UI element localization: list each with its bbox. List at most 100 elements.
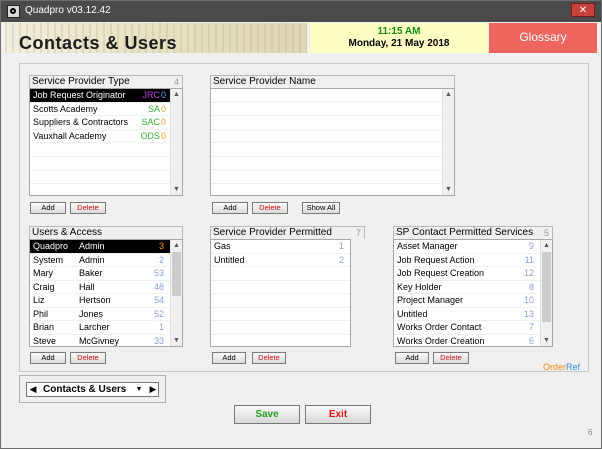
list-item[interactable]: Craig Hall 48 (30, 281, 182, 294)
list-item[interactable]: Mary Baker 53 (30, 267, 182, 281)
delete-provider-type-button[interactable]: Delete (70, 202, 106, 214)
list-item[interactable]: Untitled 13 (394, 308, 552, 321)
list-item[interactable]: Asset Manager 9 (394, 240, 552, 254)
list-item[interactable]: Vauxhall Academy ODS 0 (30, 130, 182, 143)
provider-name-scrollbar[interactable]: ▲ ▼ (442, 89, 454, 195)
scroll-up-icon[interactable]: ▲ (171, 89, 182, 100)
empty-row[interactable] (211, 308, 350, 321)
list-item[interactable]: Works Order Contact 7 (394, 321, 552, 335)
close-window-button[interactable]: ✕ (571, 3, 595, 17)
add-sp-contact-service-button[interactable]: Add (395, 352, 429, 364)
provider-type-name: Job Request Originator (33, 90, 126, 100)
empty-row[interactable] (211, 321, 350, 335)
user-first-name: System (33, 254, 64, 265)
show-all-button[interactable]: Show All (302, 202, 340, 214)
previous-screen-icon[interactable]: ◀ (27, 383, 39, 396)
user-last-name: Larcher (79, 322, 110, 332)
list-item[interactable]: Suppliers & Contractors SAC 0 (30, 116, 182, 130)
scroll-up-icon[interactable]: ▲ (541, 240, 552, 251)
list-item[interactable]: Works Order Creation 6 (394, 335, 552, 347)
window-title: Quadpro v03.12.42 (25, 5, 111, 16)
list-item[interactable]: Job Request Originator JRC 0 (30, 89, 182, 103)
users-scrollbar[interactable]: ▲ ▼ (170, 240, 182, 346)
scroll-down-icon[interactable]: ▼ (171, 335, 182, 346)
empty-row[interactable] (30, 157, 182, 170)
empty-row[interactable] (211, 116, 454, 130)
list-item[interactable]: Phil Jones 52 (30, 308, 182, 321)
empty-row[interactable] (211, 130, 454, 143)
add-user-button[interactable]: Add (30, 352, 66, 364)
user-ref-number: 53 (153, 268, 164, 278)
permitted-service-ref: 1 (338, 241, 344, 251)
user-first-name: Liz (33, 295, 45, 305)
exit-button[interactable]: Exit (305, 405, 371, 424)
empty-row[interactable] (211, 335, 350, 347)
sp-contact-service-ref: 6 (528, 335, 534, 346)
provider-name-list[interactable]: ▲ ▼ (210, 88, 455, 196)
sp-contact-scroll-thumb[interactable] (542, 252, 551, 322)
list-item[interactable]: Job Request Action 11 (394, 254, 552, 267)
empty-row[interactable] (30, 170, 182, 184)
empty-row[interactable] (211, 143, 454, 157)
empty-row[interactable] (211, 157, 454, 170)
empty-row[interactable] (211, 267, 350, 281)
empty-row[interactable] (211, 89, 454, 103)
delete-permitted-service-button[interactable]: Delete (252, 352, 286, 364)
users-list[interactable]: Quadpro Admin 3 System Admin 2 Mary Baker 53 Crai… (29, 239, 183, 347)
empty-row[interactable] (30, 184, 182, 196)
delete-user-button[interactable]: Delete (70, 352, 106, 364)
sp-contact-service-name: Works Order Contact (397, 322, 482, 332)
user-last-name: Admin (79, 241, 105, 251)
provider-type-order: 0 (160, 117, 166, 127)
list-item[interactable]: Key Holder 8 (394, 281, 552, 294)
header-banner: Contacts & Users 11:15 AM Monday, 21 May… (5, 23, 597, 53)
list-item[interactable]: Brian Larcher 1 (30, 321, 182, 335)
provider-name-title: Service Provider Name (213, 76, 316, 87)
save-button[interactable]: Save (234, 405, 300, 424)
provider-type-name: Suppliers & Contractors (33, 117, 129, 127)
empty-row[interactable] (30, 143, 182, 157)
users-scroll-thumb[interactable] (172, 252, 181, 296)
scroll-up-icon[interactable]: ▲ (171, 240, 182, 251)
add-permitted-service-button[interactable]: Add (212, 352, 246, 364)
scroll-down-icon[interactable]: ▼ (171, 184, 182, 195)
user-last-name: Hall (79, 281, 95, 292)
sp-contact-service-ref: 9 (528, 241, 534, 251)
list-item[interactable]: Job Request Creation 12 (394, 267, 552, 281)
list-item[interactable]: Gas 1 (211, 240, 350, 254)
add-provider-type-button[interactable]: Add (30, 202, 66, 214)
list-item[interactable]: System Admin 2 (30, 254, 182, 267)
empty-row[interactable] (211, 294, 350, 308)
user-first-name: Brian (33, 322, 55, 332)
empty-row[interactable] (211, 103, 454, 116)
delete-provider-name-button[interactable]: Delete (252, 202, 288, 214)
add-provider-name-button[interactable]: Add (212, 202, 248, 214)
sp-contact-services-scrollbar[interactable]: ▲ ▼ (540, 240, 552, 346)
page-heading: Contacts & Users (19, 33, 178, 53)
permitted-services-list[interactable]: Gas 1 Untitled 2 (210, 239, 351, 347)
screen-dropdown-icon[interactable]: ▼ (133, 383, 145, 396)
scroll-down-icon[interactable]: ▼ (541, 335, 552, 346)
glossary-button[interactable]: Glossary (489, 23, 597, 53)
next-screen-icon[interactable]: ▶ (147, 383, 159, 396)
screen-selector[interactable]: ◀ Contacts & Users ▼ ▶ (26, 382, 159, 397)
empty-row[interactable] (211, 170, 454, 184)
provider-type-code: SA (147, 103, 160, 114)
provider-type-list[interactable]: Job Request Originator JRC 0 Scotts Academy… (29, 88, 183, 196)
list-item[interactable]: Quadpro Admin 3 (30, 240, 182, 254)
list-item[interactable]: Liz Hertson 54 (30, 294, 182, 308)
provider-type-scrollbar[interactable]: ▲ ▼ (170, 89, 182, 195)
sp-contact-service-name: Works Order Creation (397, 335, 485, 346)
scroll-up-icon[interactable]: ▲ (443, 89, 454, 100)
delete-sp-contact-service-button[interactable]: Delete (433, 352, 469, 364)
sp-contact-services-header: SP Contact Permitted Services 5 (393, 226, 553, 239)
list-item[interactable]: Project Manager 10 (394, 294, 552, 308)
sp-contact-service-ref: 11 (524, 254, 534, 265)
list-item[interactable]: Scotts Academy SA 0 (30, 103, 182, 116)
list-item[interactable]: Steve McGivney 33 (30, 335, 182, 347)
empty-row[interactable] (211, 184, 454, 196)
list-item[interactable]: Untitled 2 (211, 254, 350, 267)
scroll-down-icon[interactable]: ▼ (443, 184, 454, 195)
sp-contact-services-list[interactable]: Asset Manager 9 Job Request Action 11 Job Re… (393, 239, 553, 347)
empty-row[interactable] (211, 281, 350, 294)
